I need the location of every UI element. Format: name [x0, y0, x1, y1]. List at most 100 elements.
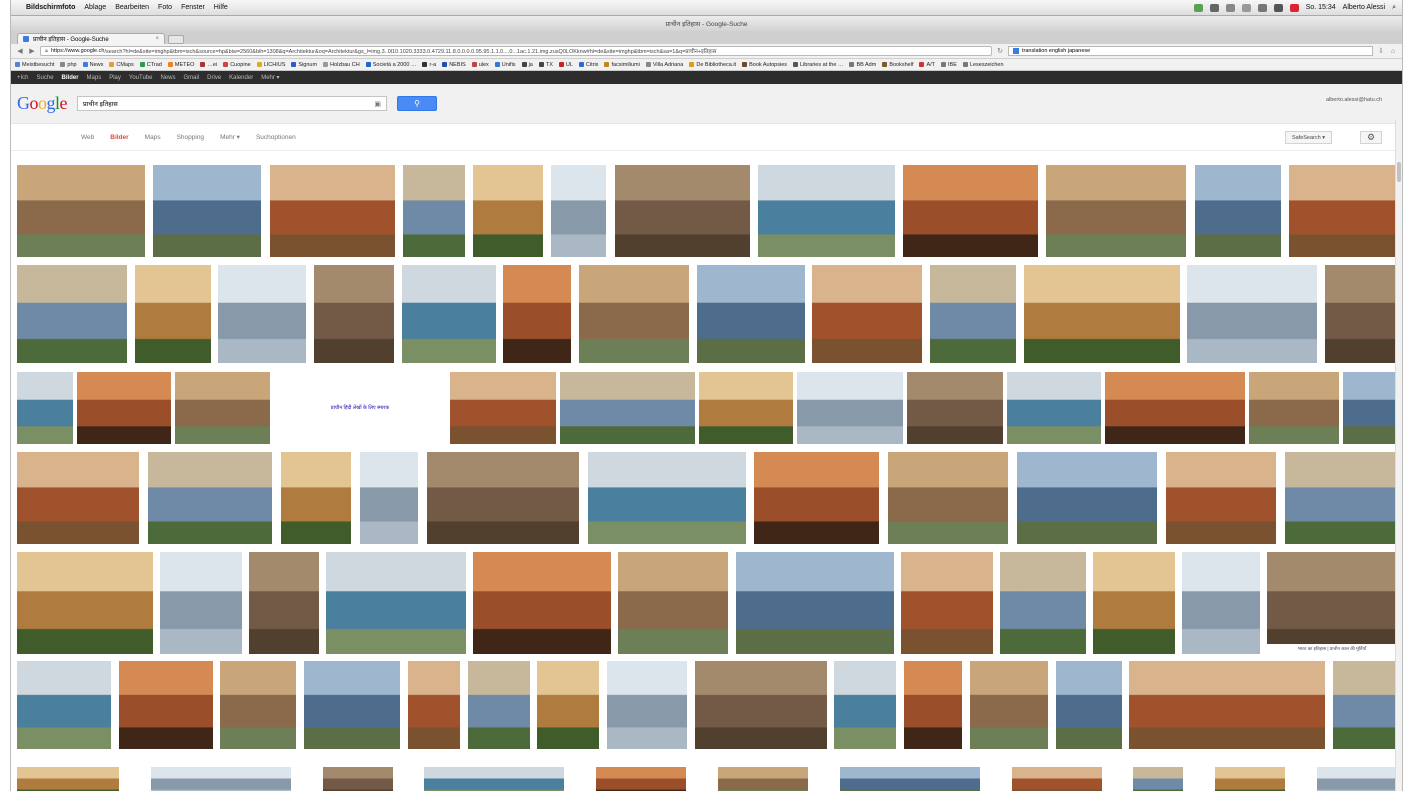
- user-name[interactable]: Alberto Alessi: [1343, 4, 1385, 11]
- image-result-thumbnail[interactable]: [450, 372, 556, 444]
- google-bar-link[interactable]: Maps: [87, 75, 102, 81]
- bookmark-item[interactable]: php: [60, 62, 77, 68]
- image-result-thumbnail[interactable]: [269, 165, 395, 257]
- bookmark-item[interactable]: Unifis: [494, 62, 516, 68]
- image-result-thumbnail[interactable]: [1092, 552, 1175, 654]
- image-result-thumbnail[interactable]: [596, 767, 687, 791]
- image-result-thumbnail[interactable]: [607, 661, 687, 749]
- image-result-thumbnail[interactable]: [1187, 265, 1318, 363]
- scrollbar[interactable]: [1395, 120, 1402, 791]
- download-icon[interactable]: ⇩: [1377, 47, 1385, 55]
- image-result-thumbnail[interactable]: [17, 265, 127, 363]
- menu-fenster[interactable]: Fenster: [181, 4, 205, 11]
- bookmark-item[interactable]: Book Autopsies: [742, 62, 787, 68]
- image-result-thumbnail[interactable]: [1285, 452, 1397, 544]
- google-bar-link[interactable]: YouTube: [129, 75, 153, 81]
- image-result-thumbnail[interactable]: [614, 165, 750, 257]
- image-result-thumbnail[interactable]: [579, 265, 689, 363]
- image-result-thumbnail[interactable]: [999, 552, 1086, 654]
- image-result-thumbnail[interactable]: [147, 452, 272, 544]
- google-bar-link[interactable]: Drive: [207, 75, 221, 81]
- wifi-icon[interactable]: [1257, 3, 1267, 12]
- bookmark-item[interactable]: ja: [521, 62, 533, 68]
- bookmark-item[interactable]: News: [82, 62, 103, 68]
- account-email[interactable]: alberto.alessi@hatu.ch: [1326, 97, 1382, 103]
- bookmark-item[interactable]: NEBIS: [442, 62, 466, 68]
- image-result-thumbnail[interactable]: [839, 767, 980, 791]
- image-result-thumbnail[interactable]: [17, 661, 111, 749]
- menu-ablage[interactable]: Ablage: [84, 4, 106, 11]
- image-result-thumbnail[interactable]: [134, 265, 211, 363]
- image-result-thumbnail[interactable]: [754, 452, 880, 544]
- image-result-thumbnail[interactable]: [930, 265, 1016, 363]
- google-bar-link[interactable]: Gmail: [183, 75, 199, 81]
- image-result-thumbnail[interactable]: [175, 372, 270, 444]
- image-result-thumbnail[interactable]: [407, 661, 460, 749]
- image-result-thumbnail[interactable]: [618, 552, 729, 654]
- image-result-thumbnail[interactable]: [424, 767, 565, 791]
- image-result-thumbnail[interactable]: [757, 165, 895, 257]
- menu-app-name[interactable]: Bildschirmfoto: [26, 4, 75, 11]
- bookmark-item[interactable]: Bookshelf: [882, 62, 913, 68]
- google-bar-link[interactable]: Mehr ▾: [261, 74, 279, 81]
- image-result-thumbnail[interactable]: [326, 552, 467, 654]
- bookmark-item[interactable]: IBE: [941, 62, 957, 68]
- image-result-thumbnail[interactable]: [1215, 767, 1286, 791]
- image-result-thumbnail[interactable]: [718, 767, 808, 791]
- image-result-thumbnail[interactable]: [1129, 661, 1326, 749]
- bookmark-item[interactable]: Libraries at the …: [793, 62, 843, 68]
- reload-icon[interactable]: ↻: [996, 47, 1004, 55]
- image-result-thumbnail[interactable]: [359, 452, 418, 544]
- back-arrow-icon[interactable]: ◀: [16, 47, 24, 55]
- status-icon[interactable]: [1193, 3, 1203, 12]
- image-result-thumbnail[interactable]: [696, 265, 805, 363]
- image-result-thumbnail[interactable]: [1194, 165, 1281, 257]
- bookmark-item[interactable]: METEO: [167, 62, 194, 68]
- image-result-thumbnail[interactable]: [907, 372, 1003, 444]
- new-tab-button[interactable]: [168, 35, 184, 44]
- image-result-thumbnail[interactable]: [1133, 767, 1184, 791]
- subnav-tab-bilder[interactable]: Bilder: [110, 134, 128, 141]
- clock[interactable]: So. 15:34: [1306, 4, 1336, 11]
- image-result-thumbnail[interactable]: [402, 165, 465, 257]
- flag-icon[interactable]: [1289, 3, 1299, 12]
- image-result-thumbnail[interactable]: [1011, 767, 1102, 791]
- bookmark-item[interactable]: r-a: [422, 62, 436, 68]
- image-result-thumbnail[interactable]: [1317, 767, 1397, 791]
- image-result-thumbnail[interactable]: [467, 661, 530, 749]
- image-result-thumbnail[interactable]: [834, 661, 897, 749]
- google-bar-link[interactable]: +Ich: [17, 75, 29, 81]
- bookmark-item[interactable]: facsimiliumi: [604, 62, 640, 68]
- image-result-thumbnail[interactable]: [426, 452, 579, 544]
- image-result-thumbnail[interactable]: [969, 661, 1048, 749]
- image-result-thumbnail[interactable]: [812, 265, 923, 363]
- safesearch-dropdown[interactable]: SafeSearch ▾: [1284, 131, 1332, 144]
- menu-foto[interactable]: Foto: [158, 4, 172, 11]
- subnav-tab-web[interactable]: Web: [81, 134, 94, 141]
- image-result-thumbnail[interactable]: [77, 372, 171, 444]
- image-result-thumbnail[interactable]: [17, 767, 119, 791]
- image-result-thumbnail[interactable]: [503, 265, 572, 363]
- search-input[interactable]: प्राचीन इतिहास ▣: [77, 96, 388, 111]
- google-logo[interactable]: Google: [17, 93, 67, 114]
- bluetooth-icon[interactable]: [1241, 3, 1251, 12]
- menu-hilfe[interactable]: Hilfe: [214, 4, 228, 11]
- bookmark-item[interactable]: TX: [538, 62, 553, 68]
- spotlight-icon[interactable]: ⌕: [1392, 4, 1396, 12]
- status-icon[interactable]: [1209, 3, 1219, 12]
- scrollbar-thumb[interactable]: [1397, 162, 1401, 182]
- bookmark-item[interactable]: A/T: [919, 62, 935, 68]
- bookmark-item[interactable]: Citrix: [578, 62, 598, 68]
- camera-icon[interactable]: ▣: [374, 100, 381, 108]
- image-result-thumbnail[interactable]: [304, 661, 401, 749]
- image-result-thumbnail[interactable]: [1023, 265, 1180, 363]
- image-result-thumbnail[interactable]: [17, 552, 153, 654]
- forward-arrow-icon[interactable]: ▶: [28, 47, 36, 55]
- image-result-thumbnail[interactable]: [153, 165, 262, 257]
- bookmark-item[interactable]: LICHIUS: [256, 62, 285, 68]
- image-result-thumbnail[interactable]: [735, 552, 894, 654]
- bookmark-item[interactable]: CTrad: [139, 62, 162, 68]
- image-result-thumbnail[interactable]: [1343, 372, 1402, 444]
- bookmark-item[interactable]: Leseszeichen: [962, 62, 1004, 68]
- close-tab-icon[interactable]: ×: [155, 36, 159, 42]
